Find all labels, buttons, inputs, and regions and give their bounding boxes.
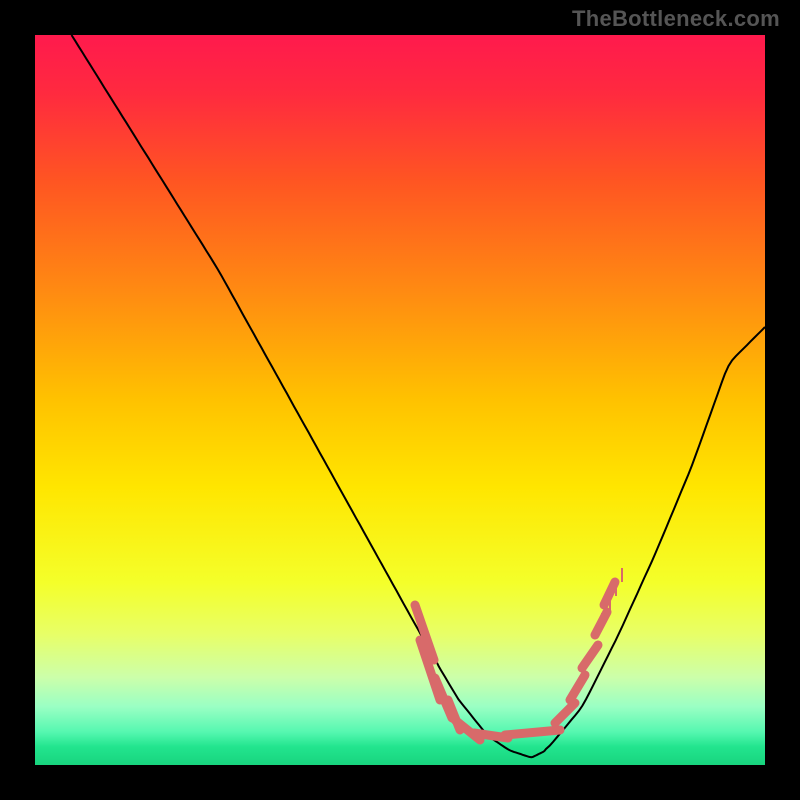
chart-frame: TheBottleneck.com	[0, 0, 800, 800]
plot-background	[35, 35, 765, 765]
chart-svg	[0, 0, 800, 800]
watermark-text: TheBottleneck.com	[572, 6, 780, 32]
